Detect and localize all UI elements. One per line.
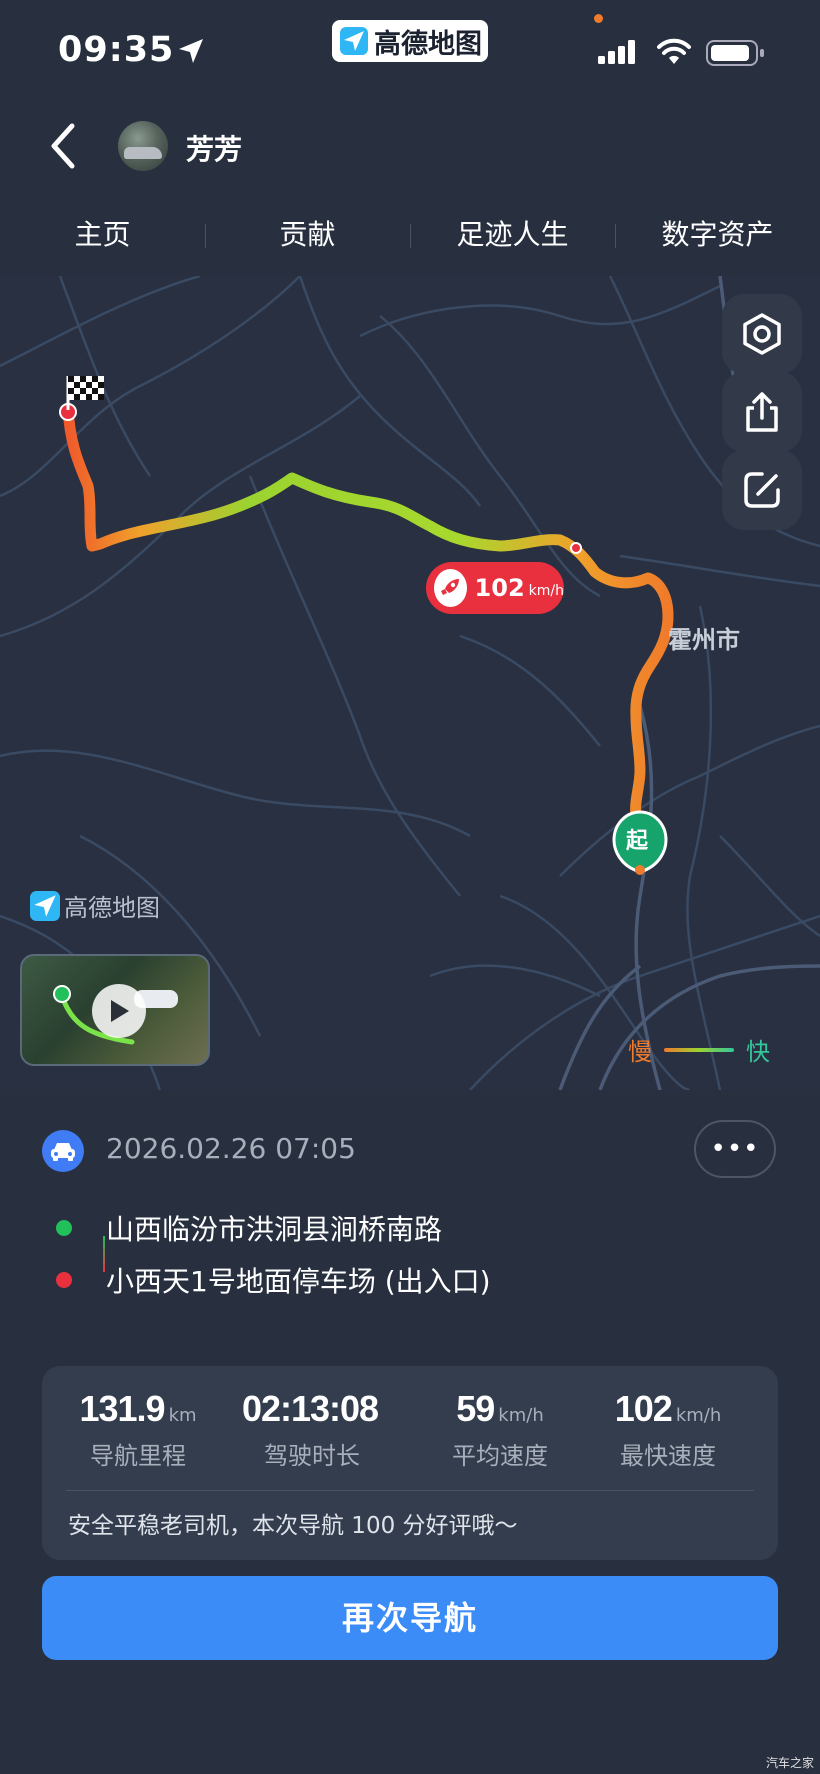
play-icon [92,984,146,1038]
trip-stats-card: 131.9 km 导航里程 02:13:08 驾驶时长 59 km/h 平均速度 1… [42,1366,778,1560]
map-logo-text: 高德地图 [64,894,160,922]
city-label: 霍州市 [668,626,740,654]
speed-legend: 慢 快 [628,1032,770,1067]
edit-button[interactable] [722,450,802,530]
end-address: 小西天1号地面停车场 (出入口) [106,1265,491,1298]
driving-comment: 安全平稳老司机，本次导航 100 分好评哦～ [68,1513,518,1539]
avatar[interactable] [118,121,168,171]
route-replay-video[interactable] [20,954,210,1066]
tab-home[interactable]: 主页 [0,210,205,260]
legend-slow: 慢 [628,1038,652,1066]
amap-logo-icon [30,890,60,921]
privacy-indicator-dot [594,14,603,23]
stat-unit: km/h [675,1405,722,1426]
stat-duration: 02:13:08 驾驶时长 [228,1388,396,1471]
start-marker-label: 起 [626,829,649,854]
stat-value: 102 [614,1388,673,1429]
route-path [62,402,674,872]
stat-unit: km [168,1405,197,1426]
amap-app-badge[interactable]: 高德地图 [332,20,488,62]
car-icon [42,1130,84,1172]
stat-max-speed: 102 km/h 最快速度 [584,1388,752,1471]
share-icon [746,392,778,432]
amap-logo-icon [340,27,368,55]
route-connector-line [103,1236,105,1272]
stat-avg-speed: 59 km/h 平均速度 [416,1388,584,1471]
stat-label: 驾驶时长 [264,1442,360,1470]
more-options-button[interactable]: ••• [694,1120,776,1178]
start-address: 山西临汾市洪洞县涧桥南路 [106,1213,443,1246]
edit-icon [744,472,780,508]
route-map[interactable]: 起 102 km/h 霍州市 高德地图 慢 快 [0,276,820,1090]
stat-unit: km/h [498,1405,544,1426]
status-bar: 09:35 高德地图 [0,0,820,100]
watermark: 汽车之家 [766,1756,815,1770]
hexagon-settings-icon [743,313,781,355]
max-speed-unit: km/h [528,583,564,599]
stat-label: 平均速度 [452,1442,548,1470]
tab-digital-assets[interactable]: 数字资产 [615,210,820,260]
tab-footprint[interactable]: 足迹人生 [410,210,615,260]
trip-detail-sheet: 2026.02.26 07:05 ••• 山西临汾市洪洞县涧桥南路 小西天1号地… [0,1090,820,1774]
end-address-row: 小西天1号地面停车场 (出入口) [40,1254,491,1306]
share-button[interactable] [722,372,802,452]
back-button[interactable] [44,118,84,174]
stat-value: 59 [456,1388,495,1429]
tab-contribution[interactable]: 贡献 [205,210,410,260]
map-watermark-logo: 高德地图 [30,888,160,923]
username: 芳芳 [186,133,243,166]
stat-value: 131.9 [79,1388,165,1429]
trip-datetime: 2026.02.26 07:05 [106,1132,356,1165]
route-addresses: 山西临汾市洪洞县涧桥南路 小西天1号地面停车场 (出入口) [40,1202,491,1306]
renavigate-button[interactable]: 再次导航 [42,1576,778,1660]
cellular-signal-icon [598,40,635,64]
stat-label: 最快速度 [620,1442,716,1470]
end-dot-icon [56,1272,72,1288]
stat-label: 导航里程 [90,1442,186,1470]
start-address-row: 山西临汾市洪洞县涧桥南路 [40,1202,491,1254]
legend-gradient-bar [664,1047,734,1052]
stat-distance: 131.9 km 导航里程 [54,1388,222,1471]
stat-value: 02:13:08 [241,1388,379,1429]
map-settings-button[interactable] [722,294,802,374]
wifi-icon [657,38,691,64]
status-time: 09:35 [58,30,175,70]
battery-icon [706,40,764,66]
rocket-icon [434,569,467,607]
max-speed-value: 102 [474,574,525,602]
max-speed-bubble[interactable]: 102 km/h [426,562,564,614]
stats-divider [66,1490,754,1491]
legend-fast: 快 [746,1038,770,1066]
profile-tabs: 主页 贡献 足迹人生 数字资产 [0,210,820,260]
start-dot-icon [56,1220,72,1236]
amap-badge-text: 高德地图 [374,28,482,60]
location-arrow-icon [179,39,203,63]
